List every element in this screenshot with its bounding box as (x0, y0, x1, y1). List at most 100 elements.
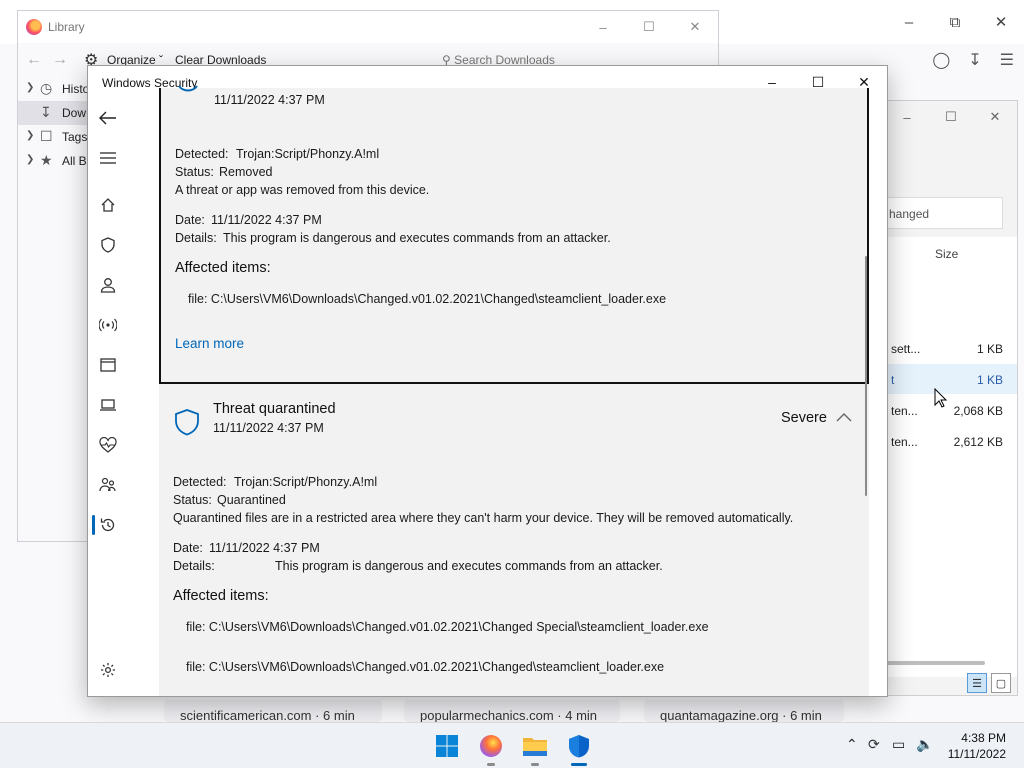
details-label: Details: (175, 231, 217, 245)
threat-card-quarantined[interactable]: Threat quarantined 11/11/2022 4:37 PM Se… (159, 384, 869, 696)
threat-time: 11/11/2022 4:37 PM (213, 421, 324, 435)
clock-time: 4:38 PM (961, 731, 1006, 745)
minimize-icon[interactable]: – (886, 0, 932, 44)
clock-icon: ◷ (40, 80, 53, 96)
download-icon: ↧ (40, 104, 52, 120)
settings-gear-icon[interactable] (88, 656, 128, 684)
hamburger-menu-icon[interactable] (88, 144, 128, 172)
windows-security-window: Windows Security – ☐ ✕ 11/11/2022 4:37 P… (87, 65, 888, 697)
affected-file: file: C:\Users\VM6\Downloads\Changed.v01… (186, 660, 665, 674)
details-value: This program is dangerous and executes c… (275, 559, 663, 573)
file-size: 1 KB (976, 373, 1003, 387)
start-button[interactable] (432, 731, 462, 761)
close-icon[interactable]: ✕ (672, 11, 718, 43)
maximize-icon[interactable]: ☐ (929, 101, 973, 133)
device-security-icon[interactable] (88, 391, 128, 419)
tree-item-label: Dow (62, 106, 87, 120)
restore-icon[interactable]: ⧉ (932, 0, 978, 44)
severity-label: Severe (781, 410, 827, 426)
back-arrow-icon[interactable]: ← (26, 51, 42, 69)
windows-update-icon[interactable]: ⟳ (868, 736, 880, 753)
story-tile[interactable]: popularmechanics.com · 4 min (404, 700, 620, 722)
shield-icon[interactable] (88, 231, 128, 259)
status-value: Removed (219, 165, 273, 179)
mouse-cursor-icon (934, 387, 948, 411)
download-icon[interactable]: ↧ (968, 50, 981, 70)
details-view-icon[interactable]: ☰ (967, 673, 987, 693)
status-label: Status: (175, 165, 214, 179)
back-arrow-icon[interactable] (88, 104, 128, 132)
file-size: 2,612 KB (953, 435, 1003, 449)
tag-icon: ☐ (40, 128, 53, 144)
protection-history-icon[interactable] (88, 511, 128, 539)
app-browser-control-icon[interactable] (88, 351, 128, 379)
chevron-right-icon[interactable]: ❯ (26, 130, 34, 141)
file-size: 2,068 KB (953, 404, 1003, 418)
file-row[interactable]: ten... 2,068 KB (885, 395, 1017, 425)
threat-card-removed[interactable]: 11/11/2022 4:37 PM Detected: Trojan:Scri… (159, 85, 869, 384)
close-icon[interactable]: ✕ (978, 0, 1024, 44)
vertical-scrollbar[interactable] (865, 256, 867, 496)
library-titlebar: Library – ☐ ✕ (18, 11, 718, 43)
taskbar: ⌃ ⟳ ▭ 🔈 4:38 PM 11/11/2022 (0, 722, 1024, 768)
threat-title: Threat quarantined (213, 401, 336, 417)
file-row[interactable]: ten... 2,612 KB (885, 426, 1017, 456)
firefox-taskbar-icon[interactable] (476, 731, 506, 766)
home-icon[interactable] (88, 191, 128, 219)
column-header-size[interactable]: Size (935, 247, 958, 261)
story-tile[interactable]: quantamagazine.org · 6 min (644, 700, 844, 722)
story-tile[interactable]: scientificamerican.com · 6 min (164, 700, 382, 722)
explorer-search-input[interactable]: hanged (885, 197, 1003, 229)
horizontal-scrollbar[interactable] (885, 661, 985, 665)
tree-item-label: Histo (62, 82, 90, 96)
file-explorer-window: – ☐ ✕ hanged Size sett... 1 KB t 1 KB te… (884, 100, 1018, 696)
firefox-logo-icon (26, 19, 42, 35)
file-explorer-taskbar-icon[interactable] (520, 731, 550, 766)
detected-label: Detected: (173, 475, 227, 489)
detected-value: Trojan:Script/Phonzy.A!ml (234, 475, 378, 489)
firewall-network-icon[interactable] (88, 311, 128, 339)
thumbnail-view-icon[interactable]: ▢ (991, 673, 1011, 693)
status-label: Status: (173, 493, 212, 507)
chevron-right-icon[interactable]: ❯ (26, 154, 34, 165)
chevron-right-icon[interactable]: ❯ (26, 82, 34, 93)
chevron-up-icon[interactable]: ⌃ (846, 736, 858, 753)
file-row[interactable]: sett... 1 KB (885, 333, 1017, 363)
pocket-icon[interactable]: ◯ (932, 50, 950, 70)
forward-arrow-icon[interactable]: → (52, 51, 68, 69)
clock-date: 11/11/2022 (947, 747, 1006, 761)
file-size: 1 KB (976, 342, 1003, 356)
close-icon[interactable]: ✕ (973, 101, 1017, 133)
file-row[interactable]: t 1 KB (885, 364, 1017, 394)
chevron-up-icon[interactable] (836, 410, 852, 425)
explorer-file-list: Size sett... 1 KB t 1 KB ten... 2,068 KB… (885, 237, 1017, 677)
threat-time: 11/11/2022 4:37 PM (214, 93, 325, 107)
windows-security-taskbar-icon[interactable] (564, 731, 594, 766)
details-label: Details: (173, 559, 215, 573)
menu-icon[interactable]: ☰ (1000, 50, 1014, 70)
network-icon[interactable]: ▭ (892, 736, 905, 753)
detected-value: Trojan:Script/Phonzy.A!ml (236, 147, 380, 161)
affected-file: file: C:\Users\VM6\Downloads\Changed.v01… (188, 292, 667, 306)
file-name: ten... (891, 404, 918, 418)
shield-icon (174, 408, 200, 439)
date-value: 11/11/2022 4:37 PM (211, 213, 322, 227)
shield-icon (175, 84, 201, 99)
device-performance-icon[interactable] (88, 431, 128, 459)
star-icon: ★ (40, 152, 53, 168)
date-value: 11/11/2022 4:37 PM (209, 541, 320, 555)
maximize-icon[interactable]: ☐ (626, 11, 672, 43)
date-label: Date: (173, 541, 203, 555)
security-nav-rail (88, 98, 128, 696)
volume-icon[interactable]: 🔈 (916, 736, 933, 753)
family-options-icon[interactable] (88, 471, 128, 499)
minimize-icon[interactable]: – (885, 101, 929, 133)
threat-message: A threat or app was removed from this de… (175, 183, 430, 197)
minimize-icon[interactable]: – (580, 11, 626, 43)
account-icon[interactable] (88, 271, 128, 299)
tree-item-label: Tags (62, 130, 88, 144)
file-name: sett... (891, 342, 921, 356)
system-clock[interactable]: 4:38 PM 11/11/2022 (948, 730, 1006, 762)
details-value: This program is dangerous and executes c… (223, 231, 611, 245)
learn-more-link[interactable]: Learn more (175, 336, 244, 351)
